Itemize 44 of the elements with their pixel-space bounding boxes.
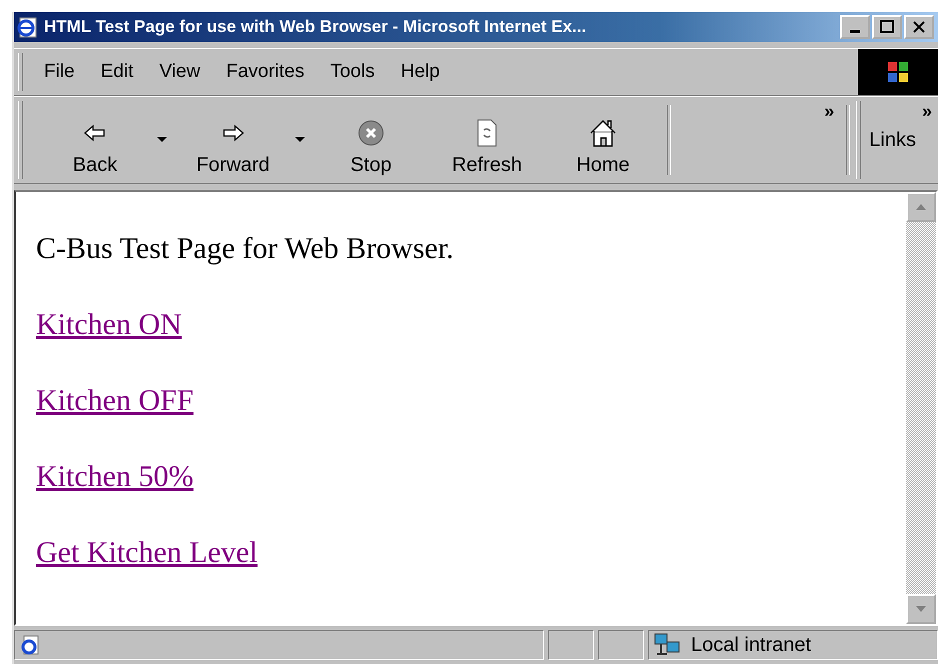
refresh-page-icon [476, 119, 498, 147]
more-button[interactable]: » [818, 101, 840, 122]
home-icon [588, 119, 618, 147]
maximize-button[interactable] [872, 15, 902, 39]
page-heading: C-Bus Test Page for Web Browser. [36, 232, 455, 266]
links-more-button[interactable]: » [916, 101, 938, 122]
page-link[interactable]: Kitchen OFF [36, 384, 194, 418]
minimize-button[interactable] [840, 15, 870, 39]
forward-arrow-icon [221, 123, 245, 143]
page-link[interactable]: Kitchen ON [36, 308, 182, 342]
toolbar-button[interactable]: Refresh [429, 97, 545, 183]
page-link[interactable]: Get Kitchen Level [36, 536, 258, 570]
page-link[interactable]: Kitchen 50% [36, 460, 194, 494]
scroll-down-button[interactable] [906, 594, 936, 624]
toolbar-button[interactable]: Stop [313, 97, 429, 183]
zone-label: Local intranet [691, 634, 812, 656]
menu-item[interactable]: Favorites [213, 61, 318, 83]
menu-item[interactable]: File [31, 61, 88, 83]
scrollbar[interactable] [906, 192, 936, 624]
maximize-icon [880, 20, 894, 34]
browser-logo-icon [16, 16, 38, 38]
close-icon [912, 20, 926, 34]
toolbar-button[interactable]: Forward [175, 97, 291, 183]
toolbar-button[interactable]: Back [37, 97, 153, 183]
menu-item[interactable]: Help [388, 61, 453, 83]
scroll-up-button[interactable] [906, 192, 936, 222]
toolbar-button[interactable]: Home [545, 97, 661, 183]
back-arrow-icon [83, 123, 107, 143]
menu-item[interactable]: Edit [88, 61, 146, 83]
caret-icon [157, 137, 167, 143]
up-arrow-icon [916, 204, 926, 210]
menu-item[interactable]: Tools [317, 61, 388, 83]
minimize-icon [850, 30, 860, 32]
caret-icon [295, 137, 305, 143]
window-title: HTML Test Page for use with Web Browser - Microsoft Internet Ex... [44, 17, 588, 37]
windows-logo-icon [858, 49, 938, 95]
menu-item[interactable]: View [146, 61, 214, 83]
status-pane [548, 630, 594, 660]
links-label[interactable]: Links [869, 128, 916, 152]
close-button[interactable] [904, 15, 934, 39]
down-arrow-icon [916, 606, 926, 612]
status-pane [598, 630, 644, 660]
stop-icon [358, 120, 384, 146]
page-icon [19, 634, 41, 656]
